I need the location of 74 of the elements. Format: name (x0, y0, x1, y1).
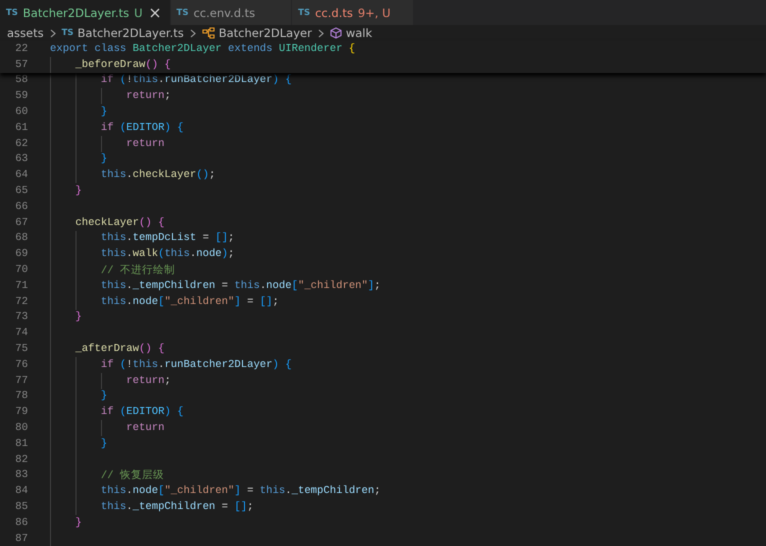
close-icon[interactable] (150, 8, 160, 18)
code-line: return; (126, 374, 171, 387)
class-icon (202, 27, 215, 39)
code-line: if (!this.runBatcher2DLayer) { (100, 358, 292, 371)
breadcrumb-item[interactable]: assets (7, 26, 44, 40)
code-line: } (100, 390, 108, 402)
breadcrumb-item[interactable]: walk (346, 26, 372, 40)
code-line: // 不进行绘制 (100, 263, 175, 278)
code-line: } (75, 516, 82, 529)
code-line: } (100, 438, 108, 450)
line-number: 72 (14, 296, 28, 308)
line-number: 67 (14, 216, 28, 229)
cube-icon (330, 27, 342, 39)
line-number: 60 (14, 106, 28, 118)
chevron-icon (318, 28, 324, 38)
code-line: return; (126, 90, 171, 102)
editor-tab[interactable]: TS cc.env.d.ts (170, 0, 292, 25)
line-number: 62 (14, 138, 28, 150)
line-number: 69 (14, 248, 28, 260)
line-number: 70 (14, 264, 28, 276)
code-line: } (75, 185, 82, 198)
code-line: // 恢复层级 (100, 468, 164, 482)
code-line: return (126, 138, 164, 150)
code-line: if (!this.runBatcher2DLayer) { (100, 74, 292, 86)
line-number: 87 (14, 532, 28, 545)
code-line: } (75, 311, 82, 324)
code-line: return (126, 422, 164, 434)
code-line: this._tempChildren = []; (100, 501, 254, 513)
line-number: 68 (14, 232, 28, 244)
line-number: 81 (14, 438, 28, 450)
line-number: 71 (14, 280, 28, 292)
code-line: checkLayer() { (75, 216, 164, 229)
line-number: 22 (14, 42, 28, 55)
code-line: _afterDraw() { (75, 343, 164, 356)
line-number: 61 (14, 122, 28, 134)
line-number: 83 (14, 469, 28, 482)
chevron-icon (50, 28, 56, 38)
code-line: this.tempDcList = []; (100, 232, 234, 244)
code-line: _beforeDraw() { (75, 58, 171, 71)
line-number: 66 (14, 200, 28, 213)
code-line: export class Batcher2DLayer extends UIRenderer { (50, 42, 356, 55)
line-number: 76 (14, 358, 28, 371)
line-number: 77 (14, 374, 28, 387)
editor-tab[interactable]: TS Batcher2DLayer.ts U (0, 0, 171, 25)
code-line: this._tempChildren = this.node["_children"]; (100, 280, 381, 292)
breadcrumb-item[interactable]: Batcher2DLayer.ts (78, 26, 184, 40)
line-number: 59 (14, 90, 28, 102)
code-line: this.node["_children"] = []; (100, 296, 279, 308)
line-number: 64 (14, 169, 28, 182)
line-number: 82 (14, 454, 28, 466)
chevron-icon (190, 28, 196, 38)
file-type-label: TS (62, 28, 74, 38)
line-number: 80 (14, 422, 28, 434)
code-line: } (100, 106, 108, 118)
line-number: 73 (14, 311, 28, 324)
line-number: 79 (14, 406, 28, 418)
line-number: 86 (14, 516, 28, 529)
line-number: 84 (14, 485, 28, 498)
line-number: 65 (14, 185, 28, 198)
line-number: 63 (14, 153, 28, 166)
code-line: if (EDITOR) { (100, 406, 184, 418)
breadcrumb-item[interactable]: Batcher2DLayer (218, 26, 312, 40)
line-number: 85 (14, 501, 28, 513)
editor-tab[interactable]: TS cc.d.ts 9+, U (292, 0, 414, 25)
code-line: this.checkLayer(); (100, 169, 216, 182)
line-number: 75 (14, 343, 28, 356)
line-number: 78 (14, 390, 28, 402)
line-number: 58 (14, 74, 28, 86)
code-line: if (EDITOR) { (100, 122, 184, 134)
code-line: this.node["_children"] = this._tempChildren; (100, 485, 381, 498)
line-number: 57 (14, 58, 28, 71)
code-line: this.walk(this.node); (100, 248, 234, 260)
line-number: 74 (14, 327, 28, 340)
code-line: } (100, 153, 108, 166)
